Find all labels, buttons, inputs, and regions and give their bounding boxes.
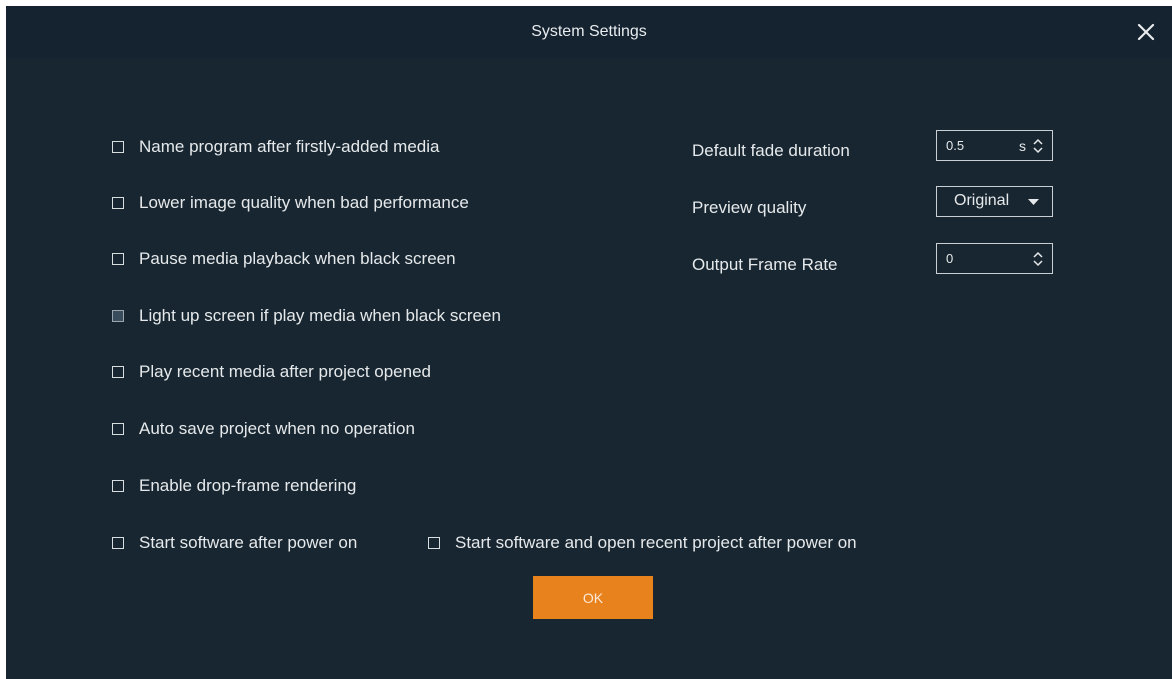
option-play-recent-media[interactable]: Play recent media after project opened <box>112 362 431 382</box>
option-label: Pause media playback when black screen <box>139 249 456 268</box>
checkbox[interactable] <box>112 253 124 265</box>
dialog-title: System Settings <box>531 23 647 40</box>
fade-duration-value: 0.5 <box>946 138 965 153</box>
preview-quality-select[interactable]: Original <box>936 186 1053 217</box>
option-label: Start software after power on <box>139 533 358 552</box>
checkbox[interactable] <box>112 366 124 378</box>
title-bar: System Settings <box>6 6 1172 58</box>
fade-duration-unit: s <box>1019 138 1026 154</box>
option-lower-image-quality[interactable]: Lower image quality when bad performance <box>112 193 469 213</box>
option-label: Light up screen if play media when black… <box>139 306 501 325</box>
system-settings-dialog: System Settings Name program after first… <box>6 6 1172 679</box>
fade-duration-spinbox[interactable]: 0.5 s <box>936 130 1053 161</box>
checkbox[interactable] <box>112 537 124 549</box>
spin-arrows-icon[interactable] <box>1032 250 1044 268</box>
option-label: Auto save project when no operation <box>139 419 415 438</box>
preview-quality-value: Original <box>954 192 1010 209</box>
checkbox[interactable] <box>112 423 124 435</box>
checkbox[interactable] <box>112 480 124 492</box>
frame-rate-label: Output Frame Rate <box>692 255 838 274</box>
close-button[interactable] <box>1134 20 1158 44</box>
option-pause-media-playback[interactable]: Pause media playback when black screen <box>112 249 456 269</box>
checkbox[interactable] <box>428 537 440 549</box>
option-label: Start software and open recent project a… <box>455 533 857 552</box>
option-light-up-screen[interactable]: Light up screen if play media when black… <box>112 306 501 326</box>
option-drop-frame-rendering[interactable]: Enable drop-frame rendering <box>112 476 356 496</box>
checkbox[interactable] <box>112 141 124 153</box>
close-icon <box>1137 23 1155 41</box>
checkbox[interactable] <box>112 310 124 322</box>
option-name-program[interactable]: Name program after firstly-added media <box>112 137 439 157</box>
option-label: Name program after firstly-added media <box>139 137 440 156</box>
option-auto-save-project[interactable]: Auto save project when no operation <box>112 419 415 439</box>
fade-duration-label: Default fade duration <box>692 141 850 160</box>
option-start-and-open-recent[interactable]: Start software and open recent project a… <box>428 533 857 553</box>
option-label: Enable drop-frame rendering <box>139 476 357 495</box>
spin-arrows-icon[interactable] <box>1032 137 1044 155</box>
checkbox[interactable] <box>112 197 124 209</box>
option-start-after-power-on[interactable]: Start software after power on <box>112 533 357 553</box>
preview-quality-label: Preview quality <box>692 198 807 217</box>
option-label: Play recent media after project opened <box>139 362 432 381</box>
caret-down-icon <box>1028 199 1039 205</box>
ok-button[interactable]: OK <box>533 576 653 619</box>
frame-rate-spinbox[interactable]: 0 <box>936 243 1053 274</box>
frame-rate-value: 0 <box>946 251 954 266</box>
option-label: Lower image quality when bad performance <box>139 193 469 212</box>
